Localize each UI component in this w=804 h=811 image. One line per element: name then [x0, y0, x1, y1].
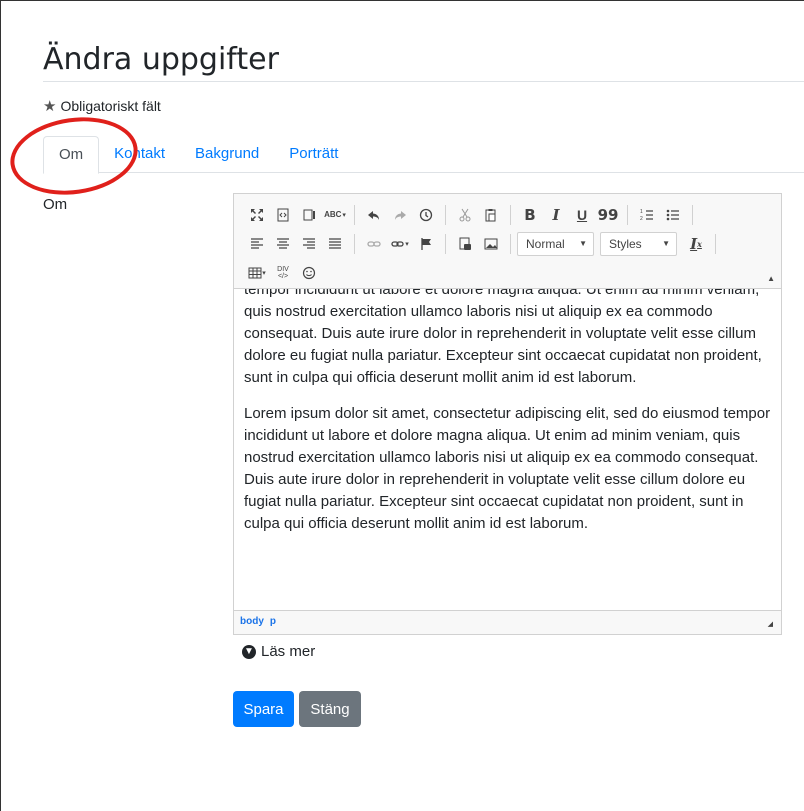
- toolbar-separator: [627, 204, 628, 225]
- toolbar-separator: [445, 233, 446, 254]
- justify-icon[interactable]: [322, 232, 348, 256]
- spellcheck-icon[interactable]: ABC ▾: [322, 203, 348, 227]
- tab-label: Kontakt: [114, 145, 166, 162]
- emoji-icon[interactable]: [296, 261, 322, 285]
- resize-handle-icon[interactable]: ◢: [768, 620, 773, 628]
- styles-select-value: Styles: [609, 236, 642, 251]
- cut-icon[interactable]: [452, 203, 478, 227]
- svg-text:1: 1: [640, 209, 643, 215]
- read-more-link[interactable]: ▼ Läs mer: [242, 643, 315, 660]
- anchor-icon[interactable]: [413, 232, 439, 256]
- editor-paragraph: tempor incididunt ut labore et dolore ma…: [244, 289, 762, 386]
- path-p-link[interactable]: p: [270, 616, 276, 629]
- div-icon[interactable]: DIV </>: [270, 261, 296, 285]
- required-note-text: Obligatoriskt fält: [60, 98, 161, 114]
- toolbar-separator: [510, 233, 511, 254]
- editor-statusbar: body p ◢: [234, 610, 781, 634]
- align-center-icon[interactable]: [270, 232, 296, 256]
- tab-bakgrund[interactable]: Bakgrund: [180, 136, 274, 173]
- table-icon[interactable]: ▾: [244, 261, 270, 285]
- tab-label: Om: [59, 146, 84, 163]
- paste-icon[interactable]: [478, 203, 504, 227]
- tab-om[interactable]: Om: [43, 136, 100, 174]
- italic-icon[interactable]: I: [543, 203, 569, 227]
- toolbar-separator: [354, 233, 355, 254]
- editor-paragraph: Lorem ipsum dolor sit amet, consectetur …: [244, 405, 771, 532]
- link-icon[interactable]: ▾: [387, 232, 413, 256]
- collapse-toolbar-icon[interactable]: ▲: [767, 274, 775, 283]
- svg-text:2: 2: [640, 216, 643, 222]
- toolbar-separator: [715, 233, 716, 254]
- field-label-om: Om: [43, 196, 68, 213]
- bulleted-list-icon[interactable]: [660, 203, 686, 227]
- save-button[interactable]: Spara: [233, 691, 294, 727]
- format-select-value: Normal: [526, 236, 565, 251]
- source-icon[interactable]: [270, 203, 296, 227]
- code-glyph: </>: [277, 272, 289, 280]
- undo-icon[interactable]: [361, 203, 387, 227]
- tab-label: Porträtt: [289, 145, 339, 162]
- chevron-down-icon: ▼: [662, 239, 670, 248]
- arrow-down-circle-icon: ▼: [242, 644, 256, 659]
- document-icon[interactable]: [452, 232, 478, 256]
- styles-select[interactable]: Styles ▼: [600, 231, 677, 256]
- read-more-label: Läs mer: [261, 643, 316, 660]
- align-right-icon[interactable]: [296, 232, 322, 256]
- tab-portratt[interactable]: Porträtt: [274, 136, 353, 173]
- image-icon[interactable]: [478, 232, 504, 256]
- underline-icon[interactable]: U: [569, 203, 595, 227]
- format-select[interactable]: Normal ▼: [517, 231, 594, 256]
- rich-text-editor: ABC ▾ B I U 99 12 ▾ Normal ▼ Styles ▼ I …: [233, 193, 782, 635]
- unlink-icon[interactable]: [361, 232, 387, 256]
- history-icon[interactable]: [413, 203, 439, 227]
- tab-label: Bakgrund: [195, 145, 260, 162]
- chevron-down-icon: ▼: [579, 239, 587, 248]
- tab-bar: Om Kontakt Bakgrund Porträtt: [43, 136, 804, 174]
- numbered-list-icon[interactable]: 12: [634, 203, 660, 227]
- bold-icon[interactable]: B: [517, 203, 543, 227]
- tab-kontakt[interactable]: Kontakt: [99, 136, 180, 173]
- blockquote-icon[interactable]: 99: [595, 203, 621, 227]
- toolbar-row-3: ▾ DIV </>: [244, 258, 777, 287]
- editor-toolbar: ABC ▾ B I U 99 12 ▾ Normal ▼ Styles ▼ I …: [234, 194, 781, 289]
- remove-format-icon[interactable]: Ix: [683, 232, 709, 256]
- maximize-icon[interactable]: [244, 203, 270, 227]
- toolbar-row-2: ▾ Normal ▼ Styles ▼ Ix: [244, 229, 777, 258]
- align-left-icon[interactable]: [244, 232, 270, 256]
- toolbar-separator: [445, 204, 446, 225]
- toolbar-separator: [354, 204, 355, 225]
- redo-icon[interactable]: [387, 203, 413, 227]
- close-button[interactable]: Stäng: [299, 691, 361, 727]
- toolbar-separator: [692, 204, 693, 225]
- toolbar-separator: [510, 204, 511, 225]
- page-title: Ändra uppgifter: [43, 42, 279, 77]
- path-body-link[interactable]: body: [240, 616, 264, 629]
- preview-icon[interactable]: [296, 203, 322, 227]
- div-label: DIV: [277, 265, 289, 273]
- title-divider: [43, 81, 804, 82]
- toolbar-row-1: ABC ▾ B I U 99 12: [244, 200, 777, 229]
- star-icon: ★: [43, 97, 57, 115]
- editor-content-area[interactable]: tempor incididunt ut labore et dolore ma…: [234, 289, 781, 610]
- required-field-note: ★ Obligatoriskt fält: [43, 98, 161, 114]
